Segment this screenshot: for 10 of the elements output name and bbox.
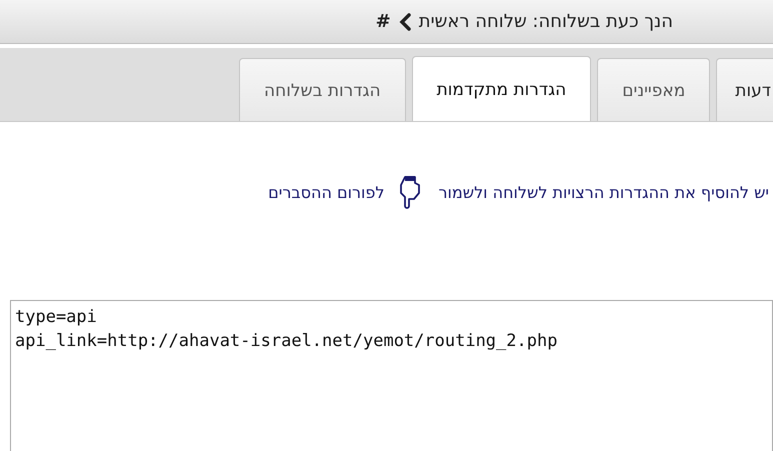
forum-link[interactable]: לפורום ההסברים bbox=[268, 182, 384, 202]
hash-text: # bbox=[376, 11, 391, 32]
tab[interactable]: הגדרות בשלוחה bbox=[239, 58, 406, 121]
settings-text-area[interactable]: type=api api_link=http://ahavat-israel.net/yemot/routing_2.php bbox=[10, 300, 773, 451]
tab[interactable]: הגדרות מתקדמות bbox=[412, 56, 592, 121]
location-text: הנך כעת בשלוחה: שלוחה ראשית bbox=[418, 11, 673, 32]
chevron-icon bbox=[398, 12, 411, 30]
tab[interactable]: דעות bbox=[716, 58, 773, 121]
tab[interactable]: מאפיינים bbox=[597, 58, 710, 121]
instruction-text: יש להוסיף את ההגדרות הרצויות לשלוחה ולשמור bbox=[438, 182, 769, 202]
